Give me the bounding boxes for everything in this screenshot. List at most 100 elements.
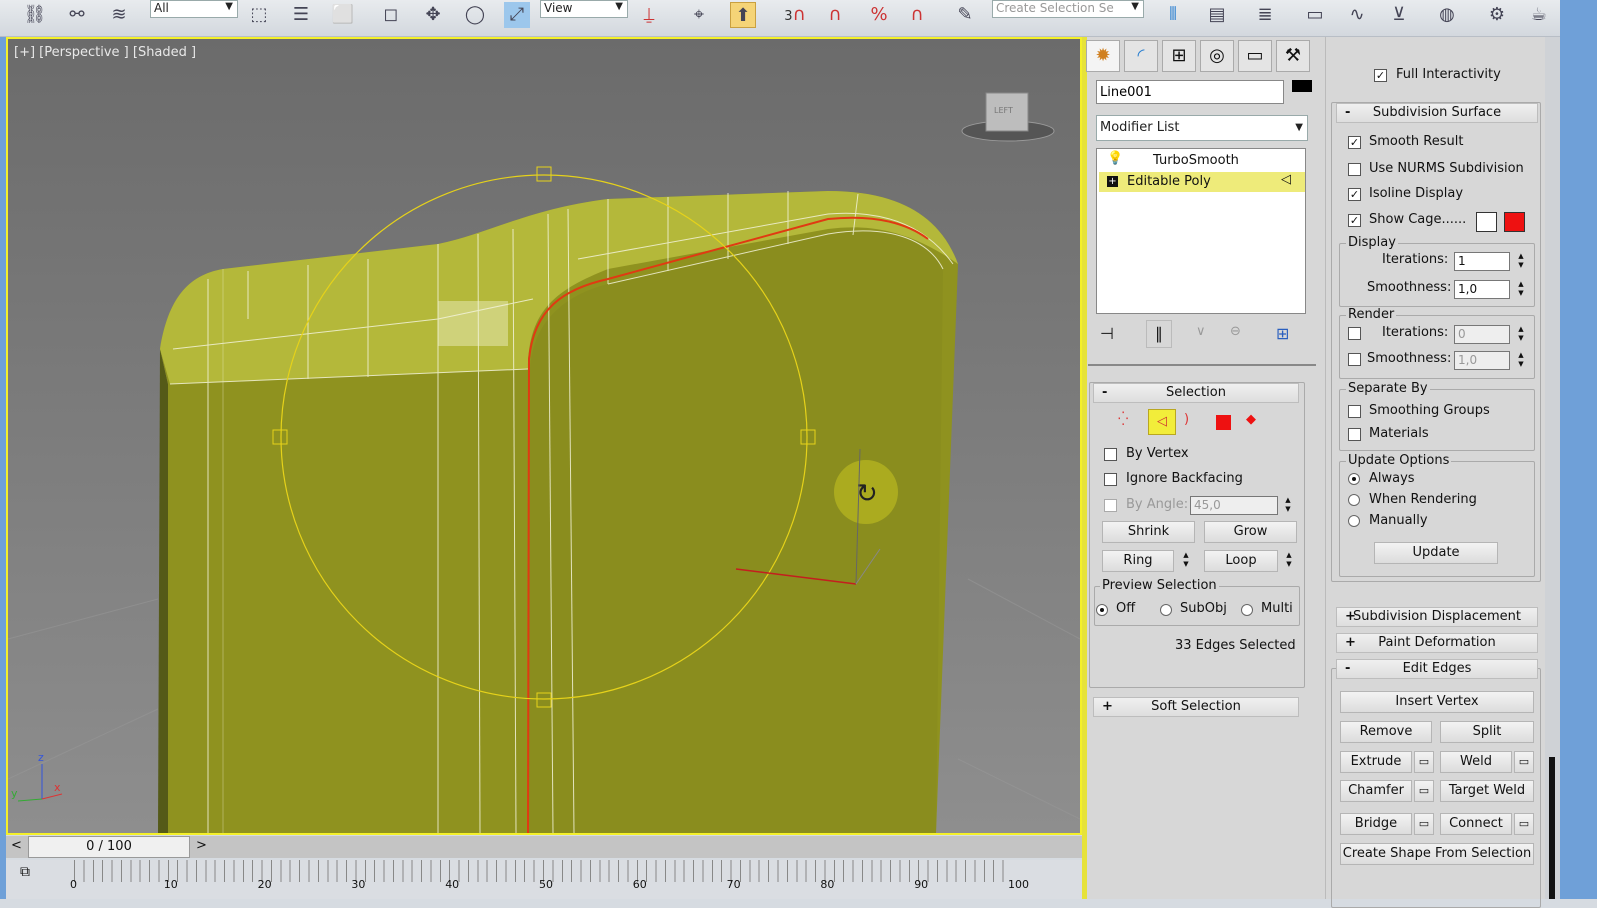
link-icon[interactable]: ⛓ bbox=[22, 2, 48, 28]
isoline-display-checkbox[interactable]: ✓ bbox=[1348, 188, 1361, 201]
tab-utilities[interactable]: ⚒ bbox=[1276, 40, 1310, 72]
material-editor-icon[interactable]: ◍ bbox=[1434, 2, 1460, 28]
panel-scrollbar[interactable] bbox=[1545, 37, 1560, 899]
render-smoothness-checkbox[interactable] bbox=[1348, 353, 1361, 366]
scrollbar-thumb[interactable] bbox=[1549, 757, 1555, 899]
curve-editor-icon[interactable]: ∿ bbox=[1344, 2, 1370, 28]
subdivision-displacement-header[interactable]: + Subdivision Displacement bbox=[1336, 607, 1538, 627]
soft-selection-rollout-header[interactable]: + Soft Selection bbox=[1093, 697, 1299, 717]
materials-checkbox[interactable] bbox=[1348, 428, 1361, 441]
object-name-field[interactable] bbox=[1096, 80, 1284, 104]
edge-mode-icon[interactable]: ◁ bbox=[1148, 409, 1176, 435]
unlink-icon[interactable]: ⚯ bbox=[64, 2, 90, 28]
select-object-icon[interactable]: ⬚ bbox=[246, 2, 272, 28]
remove-button[interactable]: Remove bbox=[1340, 721, 1432, 743]
chamfer-settings-icon[interactable]: ▭ bbox=[1414, 780, 1434, 802]
scale-icon[interactable]: ⤢ bbox=[504, 2, 530, 28]
cage-selection-color-swatch[interactable] bbox=[1504, 212, 1525, 232]
ribbon-icon[interactable]: ▭ bbox=[1302, 2, 1328, 28]
spinner-arrows-icon[interactable]: ▲ ▼ bbox=[1515, 351, 1527, 370]
make-unique-icon[interactable]: ∨ bbox=[1196, 324, 1206, 339]
render-iterations-field[interactable]: 0 bbox=[1454, 325, 1510, 344]
preview-multi-radio[interactable] bbox=[1241, 604, 1253, 616]
next-frame-button[interactable]: > bbox=[196, 838, 207, 853]
modifier-list-dropdown[interactable]: Modifier List ▼ bbox=[1096, 115, 1308, 141]
bind-space-warp-icon[interactable]: ≋ bbox=[106, 2, 132, 28]
selection-rollout-header[interactable]: - Selection bbox=[1093, 383, 1299, 403]
border-mode-icon[interactable]: ) bbox=[1184, 412, 1189, 427]
paint-deformation-header[interactable]: + Paint Deformation bbox=[1336, 633, 1538, 653]
target-weld-button[interactable]: Target Weld bbox=[1440, 780, 1534, 802]
prev-frame-button[interactable]: < bbox=[11, 838, 22, 853]
full-interactivity-checkbox[interactable]: ✓ bbox=[1374, 69, 1387, 82]
angle-snap-icon[interactable]: ∩ bbox=[822, 2, 848, 28]
extrude-button[interactable]: Extrude bbox=[1340, 751, 1412, 773]
edit-edges-header[interactable]: - Edit Edges bbox=[1336, 659, 1538, 679]
spinner-snap-icon[interactable]: ∩ bbox=[904, 2, 930, 28]
tab-motion[interactable]: ◎ bbox=[1200, 40, 1234, 72]
selection-filter-dropdown[interactable]: All ▼ bbox=[150, 0, 238, 18]
move-icon[interactable]: ✥ bbox=[420, 2, 446, 28]
remove-modifier-icon[interactable]: ⊖ bbox=[1230, 324, 1241, 339]
update-when-rendering-radio[interactable] bbox=[1348, 494, 1360, 506]
cage-color-swatch[interactable] bbox=[1476, 212, 1497, 232]
loop-spinner-icon[interactable]: ▲ ▼ bbox=[1283, 551, 1295, 570]
tab-hierarchy[interactable]: ⊞ bbox=[1162, 40, 1196, 72]
spinner-arrows-icon[interactable]: ▲ ▼ bbox=[1282, 496, 1294, 515]
render-smoothness-field[interactable]: 1,0 bbox=[1454, 351, 1510, 370]
preview-off-radio[interactable] bbox=[1096, 604, 1108, 616]
update-manually-radio[interactable] bbox=[1348, 515, 1360, 527]
bridge-settings-icon[interactable]: ▭ bbox=[1414, 813, 1434, 835]
loop-button[interactable]: Loop bbox=[1204, 550, 1278, 572]
keyboard-shortcut-override-icon[interactable]: ⬆ bbox=[730, 2, 756, 28]
subdivision-surface-header[interactable]: - Subdivision Surface bbox=[1336, 103, 1538, 123]
viewcube[interactable] bbox=[961, 92, 1055, 142]
extrude-settings-icon[interactable]: ▭ bbox=[1414, 751, 1434, 773]
rectangular-selection-icon[interactable]: ⬜ bbox=[330, 2, 356, 28]
render-teapot-icon[interactable]: ☕ bbox=[1526, 2, 1552, 28]
chamfer-button[interactable]: Chamfer bbox=[1340, 780, 1412, 802]
weld-settings-icon[interactable]: ▭ bbox=[1514, 751, 1534, 773]
pivot-center-icon[interactable]: ⍊ bbox=[636, 2, 662, 28]
by-angle-field[interactable]: 45,0 bbox=[1190, 496, 1278, 515]
connect-settings-icon[interactable]: ▭ bbox=[1514, 813, 1534, 835]
time-slider[interactable]: < 0 / 100 > bbox=[6, 836, 1082, 858]
create-shape-button[interactable]: Create Shape From Selection bbox=[1340, 843, 1534, 865]
edit-named-selection-icon[interactable]: ✎ bbox=[952, 2, 978, 28]
by-vertex-checkbox[interactable] bbox=[1104, 448, 1117, 461]
select-by-name-icon[interactable]: ☰ bbox=[288, 2, 314, 28]
show-end-result-icon[interactable]: ∥ bbox=[1146, 320, 1172, 348]
smoothing-groups-checkbox[interactable] bbox=[1348, 405, 1361, 418]
schematic-view-icon[interactable]: ⊻ bbox=[1386, 2, 1412, 28]
ring-spinner-icon[interactable]: ▲ ▼ bbox=[1180, 551, 1192, 570]
element-mode-icon[interactable]: ◆ bbox=[1246, 412, 1256, 427]
stack-item-editable-poly[interactable]: + Editable Poly ◁ bbox=[1099, 172, 1305, 192]
time-slider-thumb[interactable]: 0 / 100 bbox=[28, 836, 190, 858]
rotate-icon[interactable]: ◯ bbox=[462, 2, 488, 28]
polygon-mode-icon[interactable] bbox=[1216, 415, 1231, 430]
by-angle-checkbox[interactable] bbox=[1104, 499, 1117, 512]
mirror-icon[interactable]: ⫴ bbox=[1160, 2, 1186, 28]
layer-manager-icon[interactable]: ≣ bbox=[1252, 2, 1278, 28]
preview-subobj-radio[interactable] bbox=[1160, 604, 1172, 616]
vertex-mode-icon[interactable]: ⁛ bbox=[1118, 412, 1128, 427]
expand-plus-icon[interactable]: + bbox=[1107, 176, 1118, 187]
spinner-arrows-icon[interactable]: ▲ ▼ bbox=[1515, 280, 1527, 299]
insert-vertex-button[interactable]: Insert Vertex bbox=[1340, 691, 1534, 713]
weld-button[interactable]: Weld bbox=[1440, 751, 1512, 773]
percent-snap-icon[interactable]: % bbox=[866, 2, 892, 28]
show-cage-checkbox[interactable]: ✓ bbox=[1348, 214, 1361, 227]
grow-button[interactable]: Grow bbox=[1204, 521, 1297, 543]
display-smoothness-field[interactable]: 1,0 bbox=[1454, 280, 1510, 299]
viewport-label[interactable]: [+] [Perspective ] [Shaded ] bbox=[14, 45, 196, 60]
spinner-arrows-icon[interactable]: ▲ ▼ bbox=[1515, 252, 1527, 271]
update-button[interactable]: Update bbox=[1374, 542, 1498, 564]
render-setup-icon[interactable]: ⚙ bbox=[1484, 2, 1510, 28]
bridge-button[interactable]: Bridge bbox=[1340, 813, 1412, 835]
use-nurms-checkbox[interactable] bbox=[1348, 163, 1361, 176]
render-iterations-checkbox[interactable] bbox=[1348, 327, 1361, 340]
curve-editor-mini-icon[interactable]: ⧉ bbox=[20, 864, 30, 880]
window-crossing-icon[interactable]: ◻ bbox=[378, 2, 404, 28]
manipulate-icon[interactable]: ⌖ bbox=[686, 2, 712, 28]
stack-item-turbosmooth[interactable]: 💡 TurboSmooth bbox=[1097, 151, 1305, 171]
